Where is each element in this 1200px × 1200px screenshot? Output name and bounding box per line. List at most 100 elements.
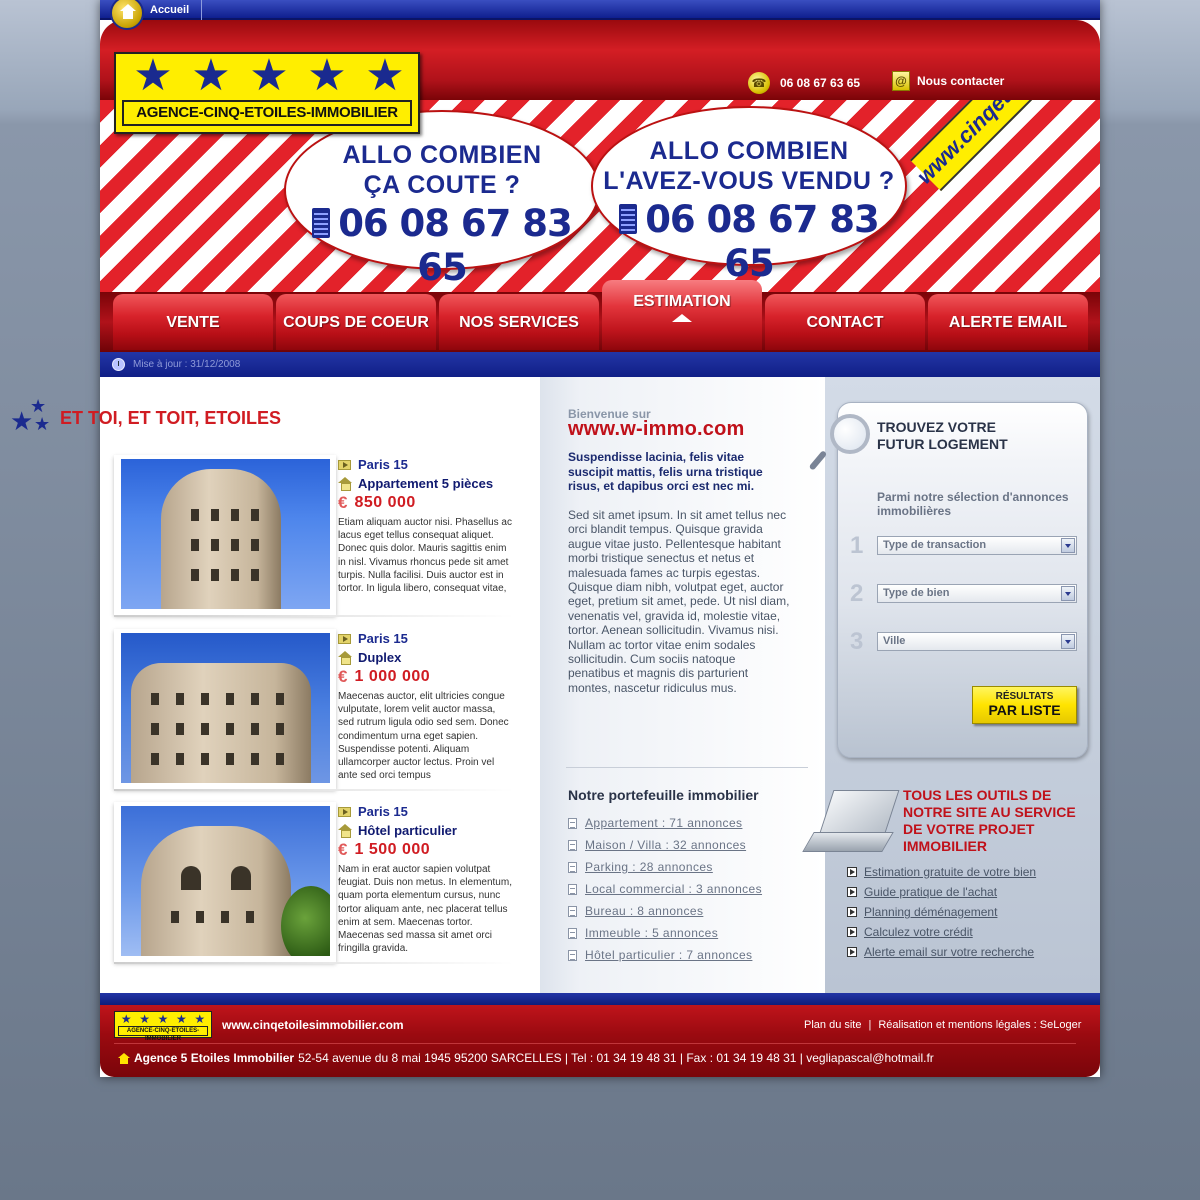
results-button-big: PAR LISTE bbox=[988, 702, 1061, 718]
list-item: Calculez votre crédit bbox=[847, 922, 1036, 942]
search-title-line-1: TROUVEZ VOTRE bbox=[877, 419, 997, 435]
listing-type[interactable]: Appartement 5 pièces bbox=[358, 476, 493, 491]
bubble-phone: 06 08 67 83 65 bbox=[286, 202, 598, 290]
search-title: TROUVEZ VOTRE FUTUR LOGEMENT bbox=[877, 419, 1067, 453]
header-phone: ☎ 06 08 67 63 65 bbox=[748, 72, 860, 94]
results-list-button[interactable]: RÉSULTATS PAR LISTE bbox=[972, 686, 1077, 724]
arrow-box-icon bbox=[847, 887, 857, 897]
search-title-line-2: FUTUR LOGEMENT bbox=[877, 436, 1008, 452]
bubble-line-1: ALLO COMBIEN bbox=[649, 137, 849, 165]
step-number: 1 bbox=[850, 532, 864, 559]
portfolio-link-appartement[interactable]: Appartement : 71 annonces bbox=[585, 816, 742, 830]
nav-coups-de-coeur[interactable]: COUPS DE COEUR bbox=[276, 294, 436, 350]
arrow-box-icon bbox=[847, 907, 857, 917]
tool-link-alerte[interactable]: Alerte email sur votre recherche bbox=[864, 945, 1034, 959]
document-icon bbox=[568, 861, 577, 873]
chevron-down-icon[interactable] bbox=[1061, 586, 1075, 601]
property-type-select[interactable]: Type de bien bbox=[877, 584, 1077, 603]
listing-type[interactable]: Duplex bbox=[358, 650, 401, 665]
arrow-box-icon bbox=[847, 947, 857, 957]
search-subtitle: Parmi notre sélection d'annonces immobil… bbox=[877, 490, 1069, 518]
intro-lead: Suspendisse lacinia, felis vitae suscipi… bbox=[568, 450, 763, 493]
top-bar: Accueil bbox=[100, 0, 1100, 30]
listing-city[interactable]: Paris 15 bbox=[358, 457, 408, 472]
list-item: Planning déménagement bbox=[847, 902, 1036, 922]
bubble-line-2: ÇA COUTE ? bbox=[363, 171, 521, 199]
listing-info: Paris 15 Hôtel particulier €1 500 000 Na… bbox=[338, 802, 516, 955]
topbar-divider bbox=[201, 0, 202, 20]
building-image bbox=[121, 459, 330, 609]
house-icon bbox=[338, 651, 353, 665]
ribbon-text: www.cinqetoilesimmobilier.com bbox=[912, 100, 1100, 189]
listing-photo[interactable] bbox=[114, 802, 336, 962]
nav-contact[interactable]: CONTACT bbox=[765, 294, 925, 350]
city-select[interactable]: Ville bbox=[877, 632, 1077, 651]
divider bbox=[114, 962, 514, 964]
portfolio-link-immeuble[interactable]: Immeuble : 5 annonces bbox=[585, 926, 718, 940]
update-date: Mise à jour : 31/12/2008 bbox=[133, 359, 241, 370]
portfolio-link-parking[interactable]: Parking : 28 annonces bbox=[585, 860, 713, 874]
building-image bbox=[121, 633, 330, 783]
arrow-box-icon bbox=[847, 867, 857, 877]
home-link[interactable]: Accueil bbox=[150, 4, 189, 16]
stars-icon: ★ ★ ★ bbox=[10, 396, 51, 436]
contact-link[interactable]: Nous contacter bbox=[917, 74, 1004, 88]
star-icon: ★ bbox=[249, 51, 289, 100]
transaction-type-select[interactable]: Type de transaction bbox=[877, 536, 1077, 555]
list-item: Guide pratique de l'achat bbox=[847, 882, 1036, 902]
intro-body: Sed sit amet ipsum. In sit amet tellus n… bbox=[568, 508, 790, 695]
listing-type[interactable]: Hôtel particulier bbox=[358, 823, 457, 838]
divider bbox=[114, 615, 514, 617]
listing-city[interactable]: Paris 15 bbox=[358, 631, 408, 646]
tools-list: Estimation gratuite de votre bien Guide … bbox=[847, 862, 1036, 962]
portfolio-link-hotel[interactable]: Hôtel particulier : 7 annonces bbox=[585, 948, 752, 962]
bubble-phone: 06 08 67 83 65 bbox=[593, 198, 905, 286]
clock-icon bbox=[112, 358, 125, 371]
list-item: Hôtel particulier : 7 annonces bbox=[568, 944, 808, 966]
listing-price: 1 500 000 bbox=[354, 840, 431, 858]
portfolio-link-bureau[interactable]: Bureau : 8 annonces bbox=[585, 904, 703, 918]
nav-vente[interactable]: VENTE bbox=[113, 294, 273, 350]
listing-card[interactable]: Paris 15 Hôtel particulier €1 500 000 Na… bbox=[114, 802, 516, 964]
tool-link-planning[interactable]: Planning déménagement bbox=[864, 905, 997, 919]
house-icon bbox=[338, 477, 353, 491]
listing-city[interactable]: Paris 15 bbox=[358, 804, 408, 819]
listing-photo[interactable] bbox=[114, 455, 336, 615]
header-contact[interactable]: @ Nous contacter bbox=[892, 71, 1004, 91]
building-image bbox=[121, 806, 330, 956]
document-icon bbox=[568, 949, 577, 961]
site-logo[interactable]: ★ ★ ★ ★ ★ AGENCE-CINQ-ETOILES-IMMOBILIER bbox=[114, 52, 420, 134]
listing-card[interactable]: Paris 15 Duplex €1 000 000 Maecenas auct… bbox=[114, 629, 514, 791]
chevron-down-icon[interactable] bbox=[1061, 538, 1075, 553]
portfolio-link-maison[interactable]: Maison / Villa : 32 annonces bbox=[585, 838, 746, 852]
magnifier-icon bbox=[808, 412, 878, 476]
welcome-site-name: www.w-immo.com bbox=[568, 418, 745, 440]
section-title-text: ET TOI, ET TOIT, ETOILES bbox=[60, 407, 282, 428]
document-icon bbox=[568, 839, 577, 851]
active-indicator-icon bbox=[672, 314, 692, 322]
list-item: Local commercial : 3 annonces bbox=[568, 878, 808, 900]
portfolio-link-local[interactable]: Local commercial : 3 annonces bbox=[585, 882, 762, 896]
banner-ribbon: www.cinqetoilesimmobilier.com bbox=[910, 100, 1100, 192]
nav-nos-services[interactable]: NOS SERVICES bbox=[439, 294, 599, 350]
star-icon: ★ bbox=[133, 51, 173, 100]
document-icon bbox=[568, 883, 577, 895]
star-icon: ★ bbox=[365, 51, 405, 100]
listing-photo[interactable] bbox=[114, 629, 336, 789]
laptop-icon bbox=[802, 788, 900, 860]
divider bbox=[566, 767, 808, 768]
star-icon: ★ bbox=[191, 51, 231, 100]
chevron-down-icon[interactable] bbox=[1061, 634, 1075, 649]
select-value: Type de transaction bbox=[883, 539, 987, 551]
tool-link-guide[interactable]: Guide pratique de l'achat bbox=[864, 885, 997, 899]
listing-price: 850 000 bbox=[354, 493, 416, 511]
listing-description: Nam in erat auctor sapien volutpat feugi… bbox=[338, 864, 512, 955]
listing-card[interactable]: Paris 15 Appartement 5 pièces €850 000 E… bbox=[114, 455, 514, 617]
tool-link-credit[interactable]: Calculez votre crédit bbox=[864, 925, 973, 939]
nav-alerte-email[interactable]: ALERTE EMAIL bbox=[928, 294, 1088, 350]
divider bbox=[114, 789, 514, 791]
email-icon: @ bbox=[892, 71, 910, 91]
tool-link-estimation[interactable]: Estimation gratuite de votre bien bbox=[864, 865, 1036, 879]
nav-estimation[interactable]: ESTIMATION bbox=[602, 280, 762, 350]
star-icon: ★ bbox=[307, 51, 347, 100]
